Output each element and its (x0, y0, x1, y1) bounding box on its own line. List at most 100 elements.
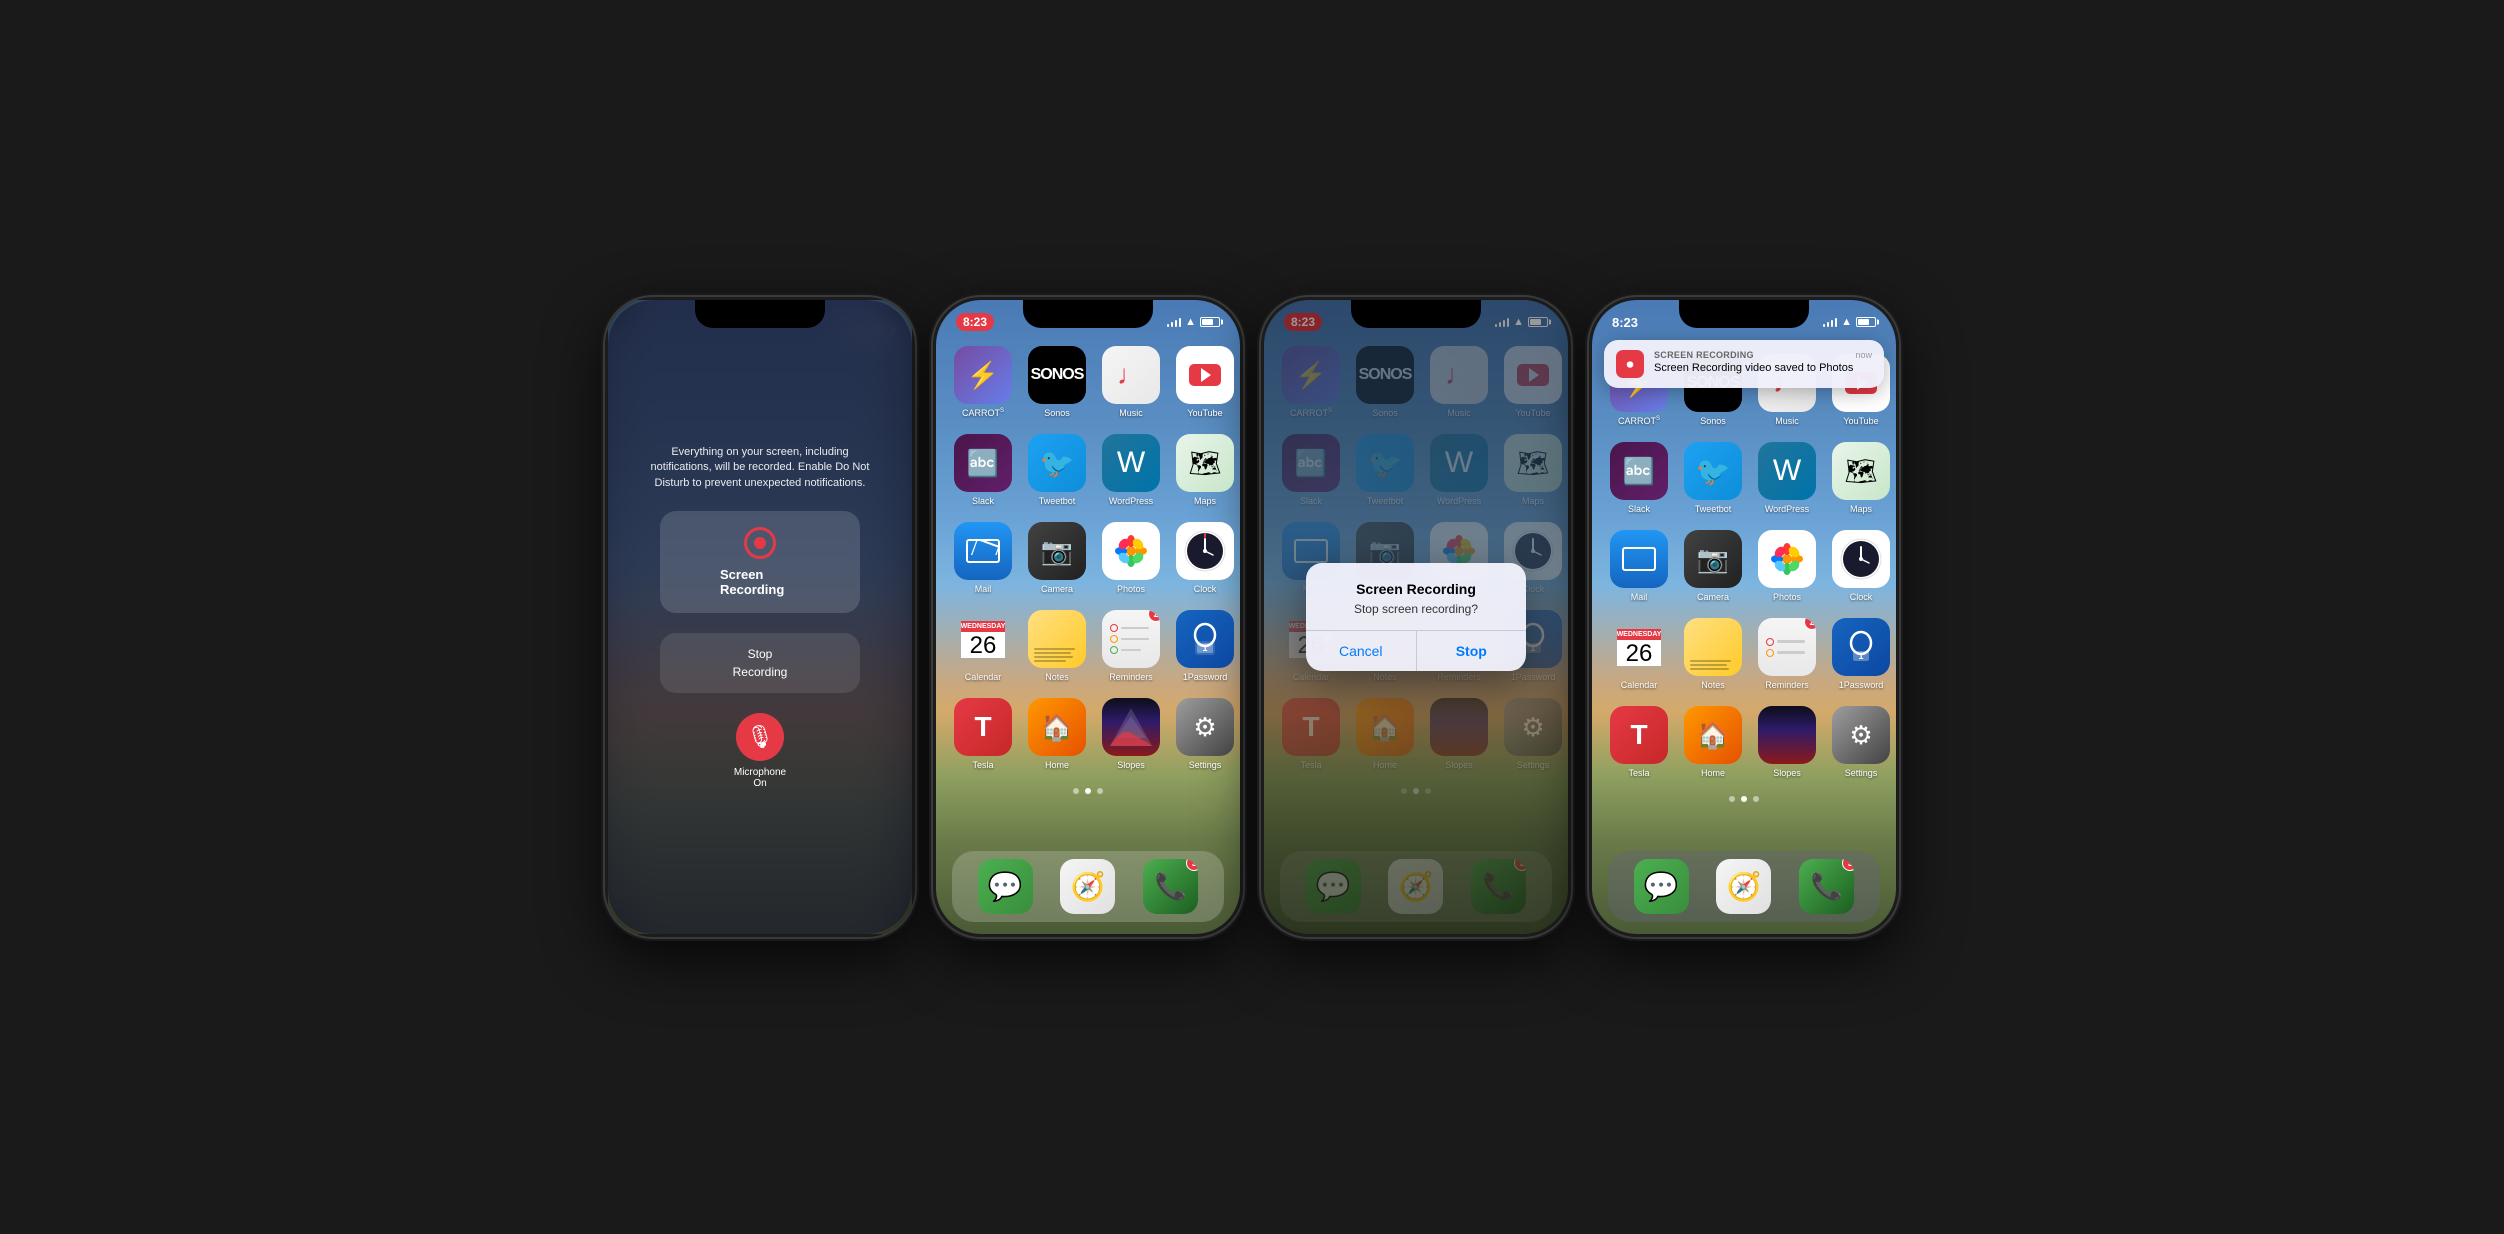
wifi-icon-4: ▲ (1841, 316, 1852, 328)
app-youtube[interactable]: YouTube (1176, 346, 1234, 418)
app-wordpress-label: WordPress (1109, 496, 1153, 506)
dock4-messages[interactable]: 💬 (1634, 859, 1689, 914)
app-reminders[interactable]: 2 Reminders (1102, 610, 1160, 682)
calendar-header: Wednesday (961, 621, 1006, 632)
phone1-notch (695, 300, 825, 328)
app-home-label: Home (1045, 760, 1069, 770)
stop-recording-dialog: Screen Recording Stop screen recording? … (1306, 563, 1526, 671)
app-youtube-label: YouTube (1187, 408, 1222, 418)
phone4-page-dots (1592, 788, 1896, 810)
phone2-notch (1023, 300, 1153, 328)
record-icon (744, 527, 776, 559)
notif-app-name: SCREEN RECORDING (1654, 350, 1754, 360)
cc-info-text: Everything on your screen, including not… (608, 445, 912, 491)
notif-app-icon: ⏺ (1616, 350, 1644, 378)
wifi-icon-2: ▲ (1185, 316, 1196, 328)
app-photos[interactable]: Photos (1102, 522, 1160, 594)
phone4-app-grid: ⚡CARROTS SONOSSonos ♩Music YouTube 🔤Slac… (1592, 344, 1896, 788)
mic-circle: 🎙 (736, 713, 784, 761)
app-settings[interactable]: ⚙ Settings (1176, 698, 1234, 770)
iphone-1: ▲ Everything on your screen, including n… (605, 297, 915, 937)
svg-text:1: 1 (1202, 643, 1207, 653)
phone4-notch (1679, 300, 1809, 328)
app-tesla[interactable]: T Tesla (954, 698, 1012, 770)
calendar-date: 26 (970, 634, 997, 658)
dialog-content: Screen Recording Stop screen recording? (1306, 563, 1526, 630)
phone2-screen: 8:23 ▲ (936, 300, 1240, 934)
app-settings-label: Settings (1189, 760, 1222, 770)
app-slack-label: Slack (972, 496, 994, 506)
dock-safari[interactable]: 🧭 (1060, 859, 1115, 914)
dialog-title: Screen Recording (1326, 581, 1506, 597)
notif-time: now (1855, 350, 1872, 360)
signal-bars-4 (1823, 317, 1838, 327)
iphone-2: 8:23 ▲ (933, 297, 1243, 937)
app-notes-label: Notes (1045, 672, 1069, 682)
notif-header: SCREEN RECORDING now (1654, 350, 1872, 360)
app-carrots[interactable]: ⚡ CARROTS (954, 346, 1012, 418)
cc-record-label: Screen Recording (720, 567, 800, 597)
dot-1 (1073, 788, 1079, 794)
phone2-dock: 💬 🧭 📞 3 (952, 851, 1224, 922)
phone2-app-grid: ⚡ CARROTS SONOS Sonos ♩ Music YouTube (936, 336, 1240, 780)
app-sonos-label: Sonos (1044, 408, 1070, 418)
app-camera[interactable]: 📷 Camera (1028, 522, 1086, 594)
app-music[interactable]: ♩ Music (1102, 346, 1160, 418)
app-1password[interactable]: 1 1Password (1176, 610, 1234, 682)
phone3-screen: 8:23 ▲ ⚡CARROTS SONO (1264, 300, 1568, 934)
dialog-stop-button[interactable]: Stop (1417, 631, 1527, 671)
signal-bars-2 (1167, 317, 1182, 327)
app-clock[interactable]: Clock (1176, 522, 1234, 594)
app-mail[interactable]: Mail (954, 522, 1012, 594)
svg-text:1: 1 (1858, 651, 1863, 661)
phone2-time: 8:23 (956, 313, 994, 331)
phone2-status-icons: ▲ (1167, 316, 1220, 328)
phone4-time: 8:23 (1612, 315, 1638, 330)
dock-phone[interactable]: 📞 3 (1143, 859, 1198, 914)
app-tweetbot[interactable]: 🐦 Tweetbot (1028, 434, 1086, 506)
notif-message: Screen Recording video saved to Photos (1654, 362, 1872, 374)
app-camera-label: Camera (1041, 584, 1073, 594)
app-carrots-label: CARROTS (962, 408, 1004, 418)
mic-label: MicrophoneOn (734, 767, 786, 789)
app-wordpress[interactable]: W WordPress (1102, 434, 1160, 506)
app-photos-label: Photos (1117, 584, 1145, 594)
app-1password-label: 1Password (1183, 672, 1228, 682)
dot-3 (1097, 788, 1103, 794)
control-center-overlay: Everything on your screen, including not… (608, 300, 912, 934)
dock4-phone[interactable]: 📞3 (1799, 859, 1854, 914)
battery-icon-4 (1856, 317, 1876, 327)
dialog-message: Stop screen recording? (1326, 602, 1506, 616)
app-clock-label: Clock (1194, 584, 1217, 594)
app-music-label: Music (1119, 408, 1143, 418)
app-slopes[interactable]: Slopes (1102, 698, 1160, 770)
record-dot (754, 537, 766, 549)
notification-banner[interactable]: ⏺ SCREEN RECORDING now Screen Recording … (1604, 340, 1884, 388)
cc-stop-button[interactable]: Stop Recording (660, 633, 860, 693)
phone2-page-dots (936, 780, 1240, 802)
app-slack[interactable]: 🔤 Slack (954, 434, 1012, 506)
cc-stop-label: Stop Recording (733, 647, 788, 679)
dialog-cancel-button[interactable]: Cancel (1306, 631, 1417, 671)
phones-container: ▲ Everything on your screen, including n… (585, 277, 1919, 957)
app-maps[interactable]: 🗺 Maps (1176, 434, 1234, 506)
phone1-screen: ▲ Everything on your screen, including n… (608, 300, 912, 934)
app-tweetbot-label: Tweetbot (1039, 496, 1076, 506)
phone4-dock: 💬 🧭 📞3 (1608, 851, 1880, 922)
dot-2 (1085, 788, 1091, 794)
dialog-buttons: Cancel Stop (1306, 630, 1526, 671)
app-calendar-label: Calendar (965, 672, 1002, 682)
iphone-4: 8:23 ▲ ⏺ (1589, 297, 1899, 937)
dock4-safari[interactable]: 🧭 (1716, 859, 1771, 914)
app-calendar[interactable]: Wednesday 26 Calendar (954, 610, 1012, 682)
phone3-notch (1351, 300, 1481, 328)
phone4-screen: 8:23 ▲ ⏺ (1592, 300, 1896, 934)
app-maps-label: Maps (1194, 496, 1216, 506)
dock-messages[interactable]: 💬 (978, 859, 1033, 914)
app-notes[interactable]: Notes (1028, 610, 1086, 682)
app-sonos[interactable]: SONOS Sonos (1028, 346, 1086, 418)
mic-button[interactable]: 🎙 MicrophoneOn (734, 713, 786, 789)
app-home[interactable]: 🏠 Home (1028, 698, 1086, 770)
iphone-3: 8:23 ▲ ⚡CARROTS SONO (1261, 297, 1571, 937)
cc-record-button[interactable]: Screen Recording (660, 511, 860, 613)
